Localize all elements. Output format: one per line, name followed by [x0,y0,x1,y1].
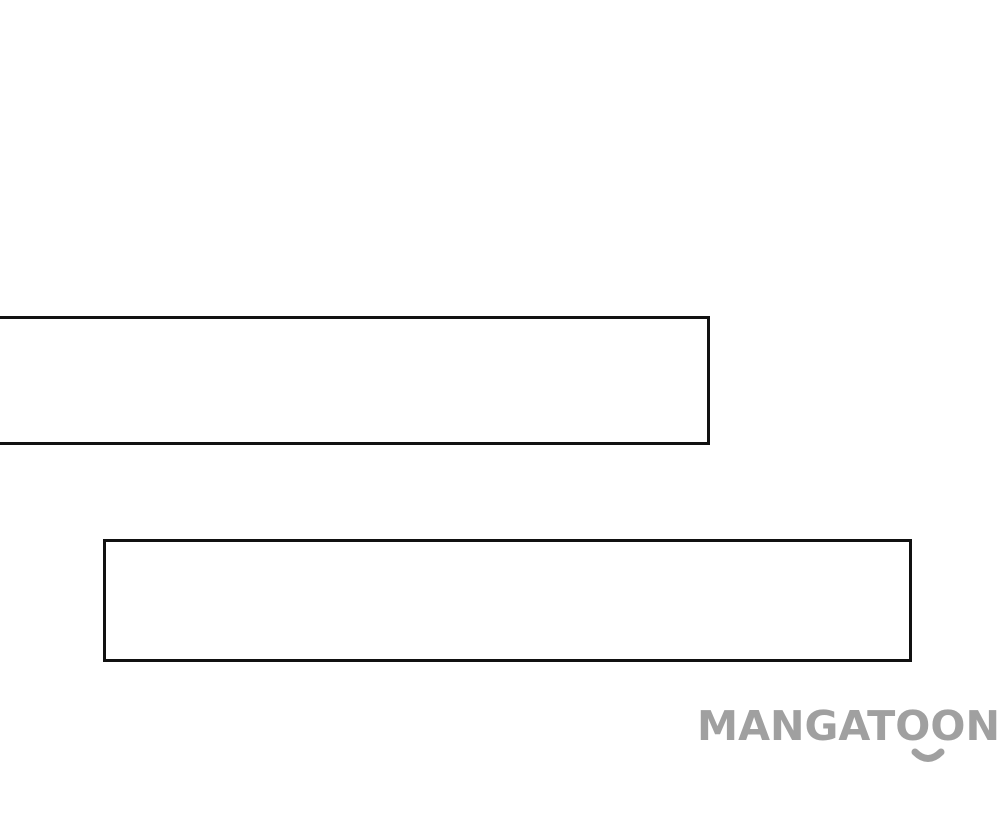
mangatoon-watermark-logo: MANGATOON [697,700,1000,770]
lower-caption-box [103,539,912,662]
watermark-text: MANGATOON [697,702,1000,750]
upper-caption-box [0,316,710,445]
mangatoon-logo-icon: MANGATOON [697,702,1000,762]
smile-mark-icon [911,748,945,762]
